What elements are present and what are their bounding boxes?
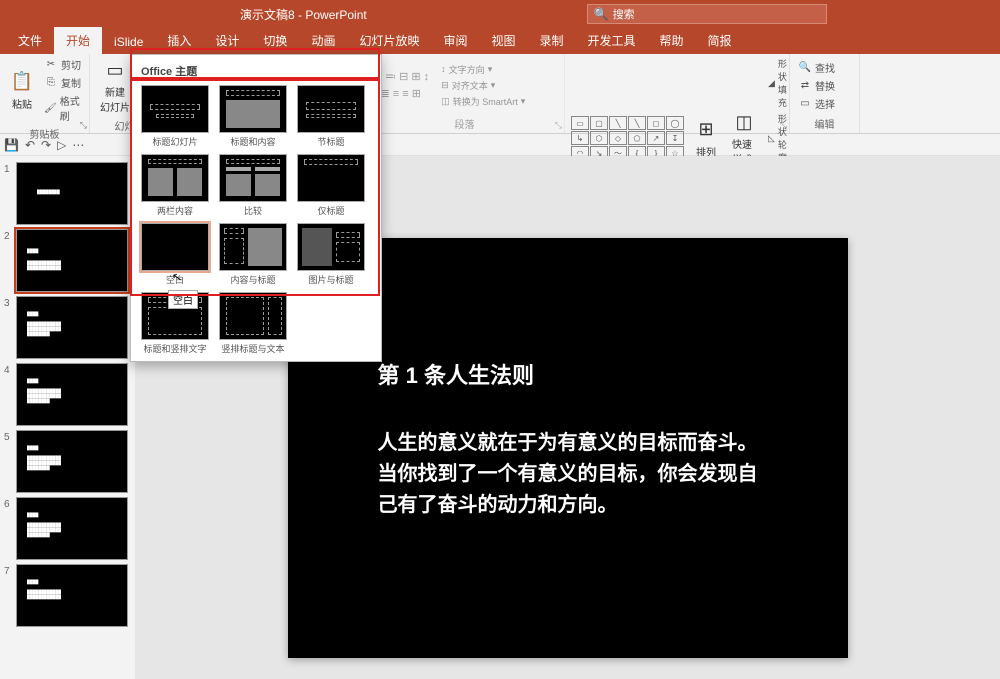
layout-title-slide[interactable]: 标题幻灯片 (141, 85, 209, 148)
slide-thumb-2[interactable]: ████████████████████████████ (16, 229, 128, 292)
brush-icon: 🖌 (44, 103, 57, 114)
slide-thumb-7[interactable]: ████████████████████████████ (16, 564, 128, 627)
group-label-clipboard: 剪贴板 (6, 124, 83, 143)
text-direction[interactable]: ↕文字方向▾ (439, 62, 527, 77)
group-paragraph: ≔ ≕ ⊟ ⊞ ↕ ≡ ≣ ≡ ≡ ⊞ ↕文字方向▾ ⊟对齐文本▾ ◫转换为 S… (365, 54, 565, 133)
layout-panel-header: Office 主题 (137, 61, 375, 85)
cut-button[interactable]: ✂剪切 (42, 56, 83, 73)
titlebar: 演示文稿8 - PowerPoint 🔍 搜索 (0, 0, 1000, 28)
tab-slideshow[interactable]: 幻灯片放映 (347, 27, 431, 54)
tab-insert[interactable]: 插入 (155, 27, 203, 54)
select-button[interactable]: ▭选择 (796, 95, 837, 112)
slide-thumb-4[interactable]: ████████████████████████████████████ (16, 363, 128, 426)
paste-button[interactable]: 📋 粘贴 (6, 68, 38, 113)
tab-transition[interactable]: 切换 (251, 27, 299, 54)
launcher-icon[interactable]: ⤡ (80, 120, 87, 131)
slide-body[interactable]: 人生的意义就在于为有意义的目标而奋斗。当你找到了一个有意义的目标，你会发现自己有… (378, 428, 758, 521)
ribbon-tabs: 文件 开始 iSlide 插入 设计 切换 动画 幻灯片放映 审阅 视图 录制 … (0, 28, 1000, 54)
slide-thumb-1[interactable]: ████████ (16, 162, 128, 225)
launcher-icon[interactable]: ⤡ (780, 120, 787, 131)
tab-islide[interactable]: iSlide (102, 30, 155, 54)
shape-fill[interactable]: ◢形状填充 (766, 56, 789, 110)
layout-title-content[interactable]: 标题和内容 (219, 85, 287, 148)
layout-content-caption[interactable]: 内容与标题 (219, 223, 287, 286)
thumbnail-panel[interactable]: 1████████ 2████████████████████████████ … (0, 156, 135, 679)
arrange-button[interactable]: ⊞排列 (690, 116, 722, 161)
replace-icon: ⇄ (798, 80, 812, 91)
slide-thumb-3[interactable]: ████████████████████████████████████ (16, 296, 128, 359)
cut-icon: ✂ (44, 59, 58, 70)
arrange-icon: ⊞ (694, 118, 718, 142)
smartart[interactable]: ◫转换为 SmartArt▾ (439, 94, 527, 109)
group-label-editing: 编辑 (796, 114, 853, 133)
document-title: 演示文稿8 - PowerPoint (240, 6, 367, 23)
tab-animation[interactable]: 动画 (299, 27, 347, 54)
new-slide-icon: ▭ (103, 58, 127, 82)
group-drawing: ▭▢╲╲◻◯ ↳⬡◇⬠↗↧ ◠↘～{}☆ ⊞排列 ◫快速样式 ◢形状填充 ◺形状… (565, 54, 790, 133)
shapes-gallery[interactable]: ▭▢╲╲◻◯ ↳⬡◇⬠↗↧ ◠↘～{}☆ (571, 116, 684, 160)
search-placeholder: 搜索 (613, 6, 635, 22)
search-box[interactable]: 🔍 搜索 (587, 4, 827, 24)
group-editing: 🔍查找 ⇄替换 ▭选择 编辑 (790, 54, 860, 133)
tab-review[interactable]: 审阅 (431, 27, 479, 54)
tab-help[interactable]: 帮助 (648, 27, 696, 54)
select-icon: ▭ (798, 98, 812, 109)
slide-title[interactable]: 第 1 条人生法则 (378, 358, 758, 390)
paste-icon: 📋 (10, 70, 34, 94)
layout-comparison[interactable]: 比较 (219, 154, 287, 217)
layout-panel: Office 主题 标题幻灯片 标题和内容 节标题 两栏内容 比较 仅标题 空白… (130, 54, 382, 362)
ribbon: 📋 粘贴 ✂剪切 ⎘复制 🖌格式刷 剪贴板 ⤡ ▭ 新建 幻灯片 ▦版式▾ 幻灯… (0, 54, 1000, 134)
group-clipboard: 📋 粘贴 ✂剪切 ⎘复制 🖌格式刷 剪贴板 ⤡ (0, 54, 90, 133)
layout-picture-caption[interactable]: 图片与标题 (297, 223, 365, 286)
launcher-icon[interactable]: ⤡ (555, 120, 562, 131)
tab-home[interactable]: 开始 (54, 27, 102, 54)
tab-record[interactable]: 录制 (528, 27, 576, 54)
new-slide-button[interactable]: ▭ 新建 幻灯片 (96, 56, 134, 116)
tab-view[interactable]: 视图 (479, 27, 527, 54)
styles-icon: ◫ (732, 110, 756, 134)
group-label-paragraph: 段落 (371, 114, 558, 133)
layout-vertical-title-text[interactable]: 竖排标题与文本 (219, 292, 287, 355)
tab-brief[interactable]: 简报 (696, 27, 744, 54)
cursor-icon: ↖ (171, 269, 183, 285)
tab-developer[interactable]: 开发工具 (576, 27, 648, 54)
layout-section-header[interactable]: 节标题 (297, 85, 365, 148)
copy-button[interactable]: ⎘复制 (42, 74, 83, 91)
tab-file[interactable]: 文件 (6, 27, 54, 54)
search-icon: 🔍 (594, 7, 609, 21)
tab-design[interactable]: 设计 (203, 27, 251, 54)
find-button[interactable]: 🔍查找 (796, 59, 837, 76)
layout-title-only[interactable]: 仅标题 (297, 154, 365, 217)
replace-button[interactable]: ⇄替换 (796, 77, 837, 94)
tooltip-blank: 空白 (168, 290, 198, 309)
format-painter-button[interactable]: 🖌格式刷 (42, 92, 83, 124)
slide-thumb-5[interactable]: ████████████████████████████████████ (16, 430, 128, 493)
align-text[interactable]: ⊟对齐文本▾ (439, 78, 527, 93)
layout-two-content[interactable]: 两栏内容 (141, 154, 209, 217)
slide-thumb-6[interactable]: ████████████████████████████████████ (16, 497, 128, 560)
find-icon: 🔍 (798, 62, 812, 73)
copy-icon: ⎘ (44, 77, 58, 88)
